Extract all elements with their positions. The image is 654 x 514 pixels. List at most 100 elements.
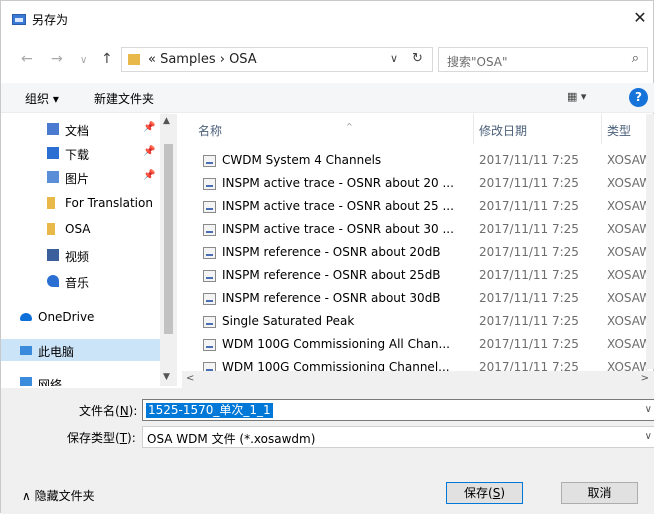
new-folder-button[interactable]: 新建文件夹 [94,90,154,107]
nav-item-label: For Translation [65,196,153,210]
file-icon [203,247,216,259]
search-input[interactable]: 搜索"OSA" ⌕ [438,47,648,72]
nav-item-videos[interactable]: 视频 [1,244,161,266]
breadcrumb[interactable]: « Samples › OSA [148,52,257,67]
file-date: 2017/11/11 7:25 [479,222,579,236]
file-name: INSPM reference - OSNR about 25dB [222,268,441,282]
nav-item-label: 下载 [65,148,90,162]
pictures-icon [47,171,59,183]
pin-icon: 📌 [143,146,156,157]
file-type: XOSAWDM [607,245,647,259]
file-row[interactable]: WDM 100G Commissioning Channel... 2017/1… [182,356,654,371]
search-icon[interactable]: ⌕ [632,51,639,66]
file-date: 2017/11/11 7:25 [479,360,579,371]
back-icon[interactable]: ← [21,51,33,67]
videos-icon [47,249,59,261]
app-icon [12,14,26,25]
nav-item-label: 文档 [65,124,90,138]
navigation-pane: 文档 📌 下载 📌 图片 📌 For Translation OSA 视频 音乐 [1,114,181,386]
file-row[interactable]: INSPM reference - OSNR about 20dB 2017/1… [182,241,654,264]
nav-item-label: OSA [65,222,91,236]
file-row[interactable]: Single Saturated Peak 2017/11/11 7:25 XO… [182,310,654,333]
file-name: INSPM reference - OSNR about 30dB [222,291,441,305]
column-divider[interactable] [473,114,474,144]
file-type: XOSAWDM [607,222,647,236]
downloads-icon [47,147,59,159]
music-icon [47,275,59,287]
view-options-icon[interactable]: ▦ ▾ [567,90,586,103]
file-date: 2017/11/11 7:25 [479,268,579,282]
file-row[interactable]: CWDM System 4 Channels 2017/11/11 7:25 X… [182,149,654,172]
file-type: XOSAWDM [607,314,647,328]
file-row[interactable]: INSPM active trace - OSNR about 20 ... 2… [182,172,654,195]
file-row[interactable]: INSPM active trace - OSNR about 25 ... 2… [182,195,654,218]
file-list-scrollbar[interactable] [646,114,654,369]
scroll-right-icon[interactable]: > [641,373,649,384]
nav-item-network[interactable]: 网络 [1,372,161,386]
file-date: 2017/11/11 7:25 [479,176,579,190]
forward-icon[interactable]: → [51,51,63,67]
file-date: 2017/11/11 7:25 [479,291,579,305]
file-icon [203,316,216,328]
file-type: XOSAWDM [607,291,647,305]
nav-item-label: 此电脑 [38,345,75,359]
column-divider[interactable] [601,114,602,144]
nav-item-pictures[interactable]: 图片 📌 [1,166,161,188]
scroll-down-icon[interactable]: ▼ [163,372,170,382]
nav-item-documents[interactable]: 文档 📌 [1,118,161,140]
title-bar: 另存为 ✕ [1,1,654,37]
horizontal-scrollbar[interactable]: < > [182,371,654,388]
refresh-icon[interactable]: ↻ [412,51,423,66]
file-icon [203,270,216,282]
file-date: 2017/11/11 7:25 [479,245,579,259]
address-bar[interactable]: « Samples › OSA ∨ ↻ [121,47,433,72]
search-placeholder: 搜索"OSA" [447,55,508,69]
filename-field[interactable]: 1525-1570_单次_1_1 ∨ [142,399,654,421]
cancel-button[interactable]: 取消 [561,482,638,504]
nav-item-downloads[interactable]: 下载 📌 [1,142,161,164]
address-dropdown-icon[interactable]: ∨ [390,52,398,65]
help-icon[interactable]: ? [629,88,648,107]
scrollbar-thumb[interactable] [164,144,173,334]
save-button[interactable]: 保存(S) [446,482,523,504]
file-row[interactable]: INSPM reference - OSNR about 30dB 2017/1… [182,287,654,310]
filetype-select[interactable]: OSA WDM 文件 (*.xosawdm) ∨ [142,426,654,448]
save-form: 文件名(N): 1525-1570_单次_1_1 ∨ 保存类型(T): OSA … [1,388,654,514]
chevron-down-icon[interactable]: ∨ [645,431,652,442]
filename-value[interactable]: 1525-1570_单次_1_1 [146,403,273,418]
file-name: WDM 100G Commissioning Channel... [222,360,450,371]
chevron-down-icon[interactable]: ∨ [645,404,652,415]
nav-item-this-pc[interactable]: 此电脑 [1,339,161,361]
filetype-value: OSA WDM 文件 (*.xosawdm) [147,432,316,446]
file-type: XOSAWDM [607,176,647,190]
file-row[interactable]: INSPM active trace - OSNR about 30 ... 2… [182,218,654,241]
command-bar: 组织 ▾ 新建文件夹 ▦ ▾ ? [1,83,654,113]
recent-locations-icon[interactable]: ∨ [80,55,87,66]
sort-ascending-icon: ^ [346,122,353,131]
navigation-scrollbar[interactable]: ▲ ▼ [160,114,177,386]
nav-item-label: 视频 [65,250,90,264]
file-type: XOSAWDM [607,337,647,351]
file-name: INSPM active trace - OSNR about 20 ... [222,176,454,190]
file-date: 2017/11/11 7:25 [479,314,579,328]
folder-icon [47,223,55,235]
file-name: INSPM active trace - OSNR about 30 ... [222,222,454,236]
nav-item-osa[interactable]: OSA [1,218,161,240]
nav-item-music[interactable]: 音乐 [1,270,161,292]
scroll-left-icon[interactable]: < [186,373,194,384]
nav-item-for-translation[interactable]: For Translation [1,192,161,214]
nav-item-label: 音乐 [65,276,90,290]
filetype-label: 保存类型(T): [67,431,136,445]
close-button[interactable]: ✕ [625,1,654,35]
nav-item-onedrive[interactable]: OneDrive [1,306,161,328]
file-row[interactable]: WDM 100G Commissioning All Chan... 2017/… [182,333,654,356]
organize-button[interactable]: 组织 ▾ [25,90,59,107]
up-icon[interactable]: ↑ [101,51,113,67]
file-row[interactable]: INSPM reference - OSNR about 25dB 2017/1… [182,264,654,287]
file-name: Single Saturated Peak [222,314,355,328]
file-icon [203,339,216,351]
hide-folders-toggle[interactable]: ∧ 隐藏文件夹 [22,487,95,504]
file-type: XOSAWDM [607,199,647,213]
scroll-up-icon[interactable]: ▲ [163,116,170,126]
file-icon [203,178,216,190]
